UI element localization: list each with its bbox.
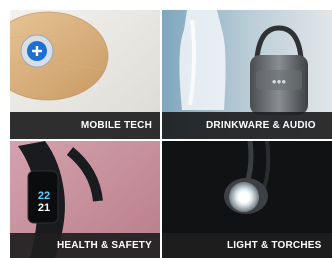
category-tile-mobile-tech[interactable]: MOBILE TECH: [10, 10, 160, 139]
svg-text:●●●: ●●●: [272, 77, 287, 86]
category-label: LIGHT & TORCHES: [227, 240, 322, 251]
category-tile-drinkware-audio[interactable]: ●●● DRINKWARE & AUDIO: [162, 10, 332, 139]
category-label: DRINKWARE & AUDIO: [206, 120, 316, 131]
tracker-time-display: 22 21: [32, 190, 56, 214]
category-label: HEALTH & SAFETY: [56, 240, 152, 251]
category-grid: MOBILE TECH ●●● DRINKWARE & AUDIO 22 21 …: [0, 0, 332, 258]
category-tile-health-safety[interactable]: 22 21 HEALTH & SAFETY: [10, 141, 160, 258]
category-label-bar: DRINKWARE & AUDIO: [162, 112, 332, 139]
category-label-bar: HEALTH & SAFETY: [10, 233, 160, 258]
category-tile-light-torches[interactable]: LIGHT & TORCHES: [162, 141, 332, 258]
plus-icon: [20, 34, 54, 68]
tracker-hours: 22: [37, 190, 51, 202]
tracker-minutes: 21: [37, 202, 51, 214]
category-label: MOBILE TECH: [80, 120, 152, 131]
category-label-bar: MOBILE TECH: [10, 112, 160, 139]
category-label-bar: LIGHT & TORCHES: [162, 233, 332, 258]
